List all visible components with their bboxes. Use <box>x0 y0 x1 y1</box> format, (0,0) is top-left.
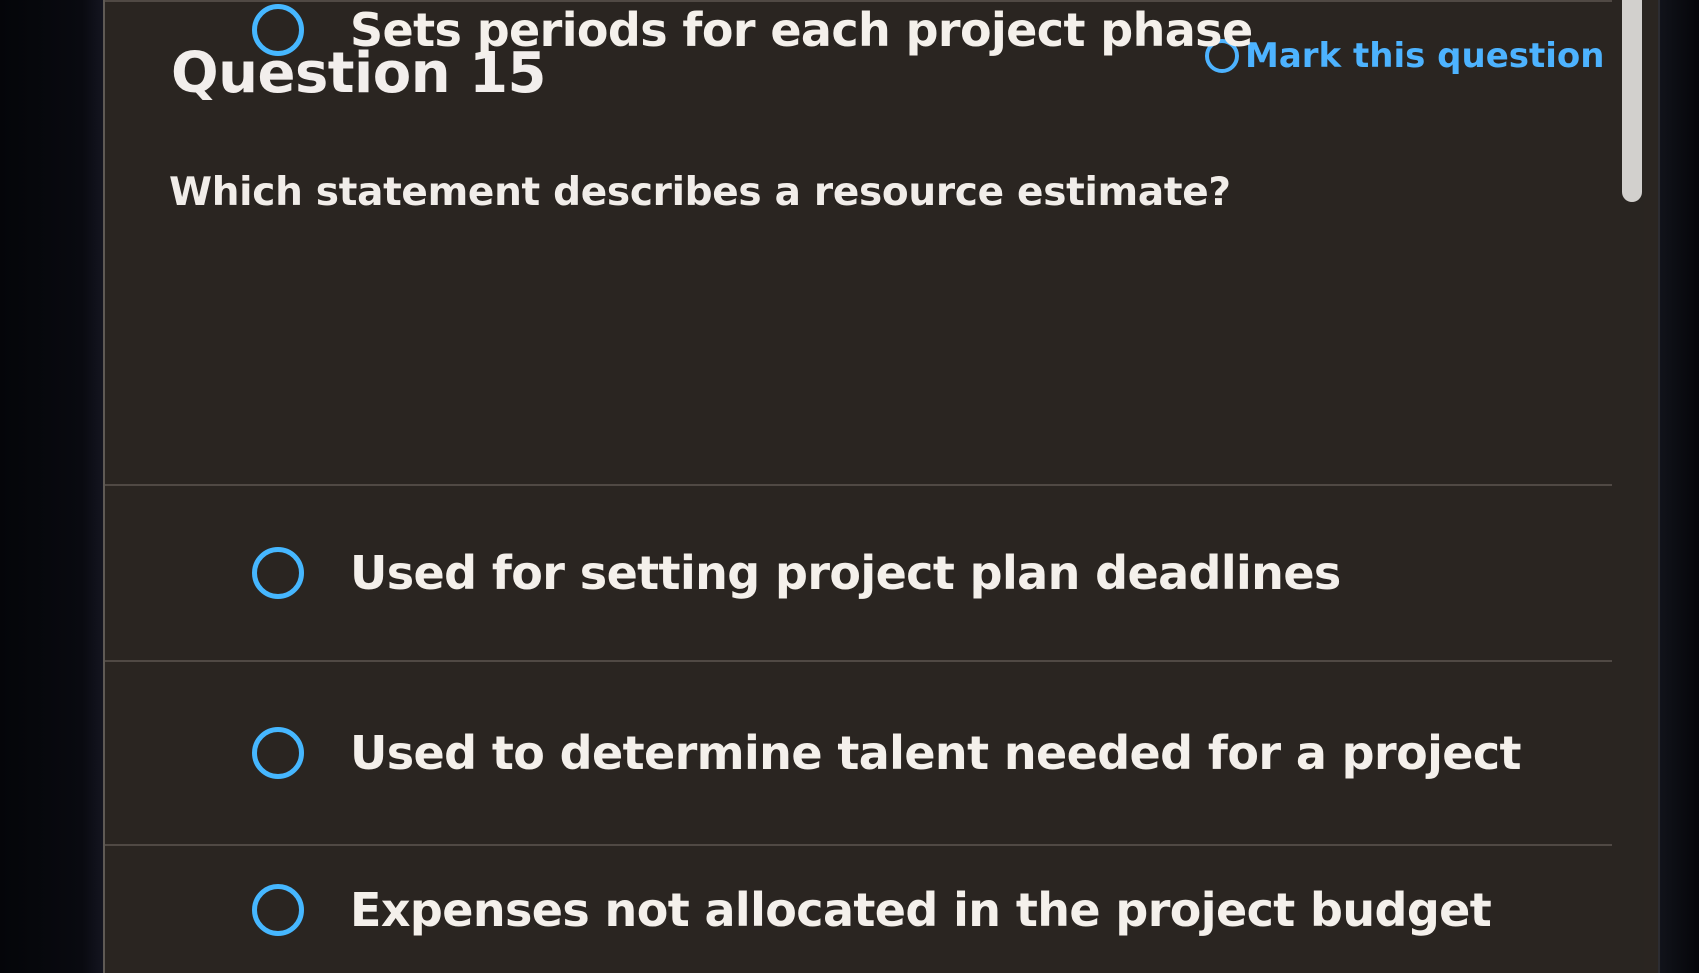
scrollbar-thumb[interactable] <box>1622 0 1642 202</box>
right-screen-edge <box>1660 0 1699 973</box>
answer-option[interactable]: Expenses not allocated in the project bu… <box>105 844 1612 973</box>
question-prompt: Which statement describes a resource est… <box>169 170 1231 215</box>
answer-option[interactable]: Used for setting project plan deadlines <box>105 484 1612 660</box>
answer-option-label: Used to determine talent needed for a pr… <box>350 726 1522 780</box>
answer-option-label: Used for setting project plan deadlines <box>350 546 1341 600</box>
quiz-screen: Question 15 Mark this question Which sta… <box>0 0 1699 973</box>
radio-unselected-icon[interactable] <box>252 547 304 599</box>
question-panel: Question 15 Mark this question Which sta… <box>103 0 1660 973</box>
scrollbar[interactable] <box>1620 0 1644 973</box>
radio-unselected-icon[interactable] <box>252 4 304 56</box>
answer-option-label: Expenses not allocated in the project bu… <box>350 882 1492 937</box>
answer-option-label: Sets periods for each project phase <box>350 3 1253 57</box>
left-screen-edge <box>0 0 103 973</box>
radio-unselected-icon[interactable] <box>252 727 304 779</box>
answer-option[interactable]: Used to determine talent needed for a pr… <box>105 660 1612 844</box>
radio-unselected-icon[interactable] <box>252 883 304 936</box>
answer-option[interactable]: Sets periods for each project phase <box>105 0 1612 58</box>
